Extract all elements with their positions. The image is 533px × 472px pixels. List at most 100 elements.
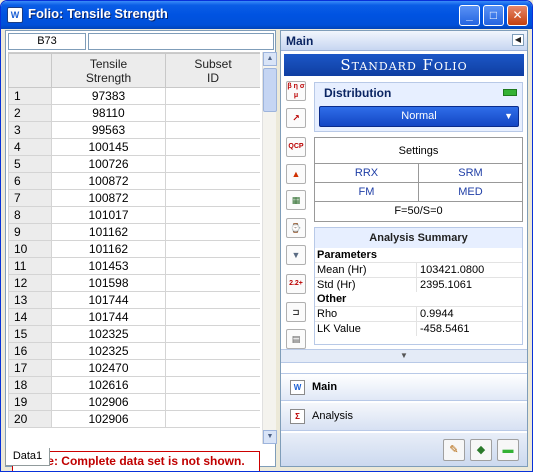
tensile-strength-cell[interactable]: 102325	[51, 325, 166, 343]
row-number[interactable]: 1	[8, 87, 52, 105]
calculator-icon[interactable]: 2.2+	[286, 274, 306, 294]
subset-id-cell[interactable]	[165, 206, 260, 224]
row-number[interactable]: 17	[8, 359, 52, 377]
vertical-scrollbar[interactable]: ▲ ▼	[262, 52, 277, 444]
tensile-strength-cell[interactable]: 100145	[51, 138, 166, 156]
subset-id-cell[interactable]	[165, 376, 260, 394]
row-number[interactable]: 14	[8, 308, 52, 326]
tensile-strength-cell[interactable]: 98110	[51, 104, 166, 122]
row-number[interactable]: 11	[8, 257, 52, 275]
title-bar[interactable]: W Folio: Tensile Strength _ □ ✕	[1, 1, 532, 29]
gauge-icon[interactable]: ⌚	[286, 218, 306, 238]
wizard-icon[interactable]: ✎	[443, 439, 465, 461]
folio-window: W Folio: Tensile Strength _ □ ✕ B73 Tens…	[0, 0, 533, 472]
table-row: 3 99563	[8, 121, 260, 139]
scroll-down-icon[interactable]: ▼	[263, 430, 277, 444]
subset-id-cell[interactable]	[165, 274, 260, 292]
subset-id-cell[interactable]	[165, 87, 260, 105]
row-number[interactable]: 15	[8, 325, 52, 343]
close-button[interactable]: ✕	[507, 5, 528, 26]
warning-icon[interactable]: ▲	[286, 164, 306, 184]
calculate-icon[interactable]: ▬	[497, 439, 519, 461]
row-number[interactable]: 4	[8, 138, 52, 156]
subset-id-cell[interactable]	[165, 410, 260, 428]
maximize-button[interactable]: □	[483, 5, 504, 26]
sheet-tab-data1[interactable]: Data1	[5, 448, 50, 466]
subset-id-cell[interactable]	[165, 359, 260, 377]
setting-srm[interactable]: SRM	[418, 164, 522, 182]
row-number[interactable]: 10	[8, 240, 52, 258]
nav-analysis[interactable]: Σ Analysis	[281, 403, 527, 431]
expand-panel-bar[interactable]: ▼	[281, 349, 527, 363]
subset-id-cell[interactable]	[165, 291, 260, 309]
tensile-strength-cell[interactable]: 97383	[51, 87, 166, 105]
subset-id-cell[interactable]	[165, 325, 260, 343]
column-header-subset-id[interactable]: Subset ID	[165, 53, 260, 88]
row-number[interactable]: 5	[8, 155, 52, 173]
setting-rrx[interactable]: RRX	[315, 164, 418, 182]
tensile-strength-cell[interactable]: 99563	[51, 121, 166, 139]
tensile-strength-cell[interactable]: 102616	[51, 376, 166, 394]
row-number[interactable]: 18	[8, 376, 52, 394]
tensile-strength-cell[interactable]: 102906	[51, 410, 166, 428]
row-number[interactable]: 20	[8, 410, 52, 428]
row-number[interactable]: 16	[8, 342, 52, 360]
scrollbar-thumb[interactable]	[263, 68, 277, 112]
scroll-up-icon[interactable]: ▲	[263, 52, 277, 66]
subset-id-cell[interactable]	[165, 223, 260, 241]
subset-id-cell[interactable]	[165, 104, 260, 122]
tensile-strength-cell[interactable]: 101162	[51, 240, 166, 258]
tensile-strength-cell[interactable]: 102325	[51, 342, 166, 360]
quick-calculation-pad-icon[interactable]: QCP	[286, 137, 306, 157]
magnet-icon[interactable]: ⊐	[286, 302, 306, 322]
row-number[interactable]: 3	[8, 121, 52, 139]
tensile-strength-cell[interactable]: 100872	[51, 189, 166, 207]
minimize-button[interactable]: _	[459, 5, 480, 26]
subset-id-cell[interactable]	[165, 393, 260, 411]
nav-main[interactable]: W Main	[281, 373, 527, 401]
row-number[interactable]: 12	[8, 274, 52, 292]
subset-id-cell[interactable]	[165, 240, 260, 258]
subset-id-cell[interactable]	[165, 308, 260, 326]
formula-input[interactable]	[88, 33, 274, 50]
subset-id-cell[interactable]	[165, 189, 260, 207]
tensile-strength-cell[interactable]: 101453	[51, 257, 166, 275]
summary-row: Std (Hr) 2395.1061	[315, 277, 522, 292]
distribution-select[interactable]: Normal ▼	[319, 106, 519, 127]
subset-id-cell[interactable]	[165, 121, 260, 139]
tensile-strength-cell[interactable]: 102906	[51, 393, 166, 411]
row-number[interactable]: 8	[8, 206, 52, 224]
setting-fm[interactable]: FM	[315, 183, 418, 201]
tensile-strength-cell[interactable]: 101017	[51, 206, 166, 224]
column-header-tensile-strength[interactable]: Tensile Strength	[51, 53, 166, 88]
subset-id-cell[interactable]	[165, 342, 260, 360]
setting-med[interactable]: MED	[418, 183, 522, 201]
batch-auto-run-icon[interactable]: ▦	[286, 190, 306, 210]
tensile-strength-cell[interactable]: 102470	[51, 359, 166, 377]
row-number[interactable]: 19	[8, 393, 52, 411]
tensile-strength-cell[interactable]: 100726	[51, 155, 166, 173]
parameters-icon[interactable]: β η σ μ	[286, 81, 306, 101]
subset-id-cell[interactable]	[165, 172, 260, 190]
subset-id-cell[interactable]	[165, 155, 260, 173]
plot-icon[interactable]: ↗	[286, 108, 306, 128]
tensile-strength-cell[interactable]: 100872	[51, 172, 166, 190]
tensile-strength-cell[interactable]: 101162	[51, 223, 166, 241]
tensile-strength-cell[interactable]: 101598	[51, 274, 166, 292]
tensile-strength-cell[interactable]: 101744	[51, 291, 166, 309]
report-icon[interactable]: ▤	[286, 329, 306, 349]
table-row: 11 101453	[8, 257, 260, 275]
corner-header[interactable]	[8, 53, 52, 88]
subset-id-cell[interactable]	[165, 138, 260, 156]
cell-reference-box[interactable]: B73	[8, 33, 86, 50]
diamond-icon[interactable]: ◆	[470, 439, 492, 461]
tensile-strength-cell[interactable]: 101744	[51, 308, 166, 326]
filter-icon[interactable]: ▼	[286, 245, 306, 265]
row-number[interactable]: 2	[8, 104, 52, 122]
row-number[interactable]: 7	[8, 189, 52, 207]
row-number[interactable]: 13	[8, 291, 52, 309]
subset-id-cell[interactable]	[165, 257, 260, 275]
row-number[interactable]: 9	[8, 223, 52, 241]
panel-collapse-icon[interactable]: ◀	[512, 34, 524, 46]
row-number[interactable]: 6	[8, 172, 52, 190]
